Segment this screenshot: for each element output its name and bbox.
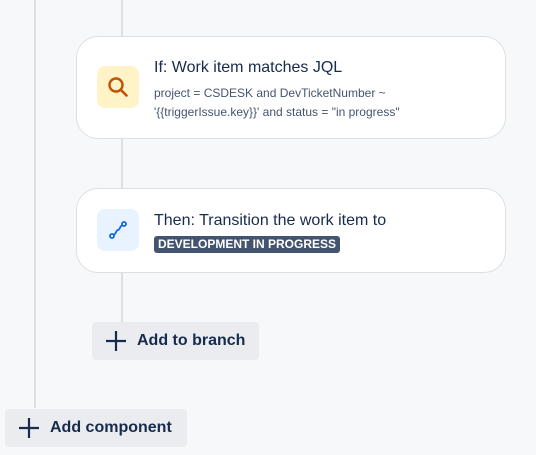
if-card-title: If: Work item matches JQL	[154, 59, 343, 76]
inner-branch-connector	[121, 0, 123, 36]
search-icon	[108, 77, 128, 97]
then-card-title: Then: Transition the work item to	[154, 212, 387, 229]
then-action-card[interactable]: Then: Transition the work item to DEVELO…	[76, 188, 506, 273]
jql-query-text: project = CSDESK and DevTicketNumber ~ '…	[154, 84, 454, 122]
inner-branch-connector	[121, 273, 123, 323]
jql-line-1: project = CSDESK and DevTicketNumber ~	[154, 86, 386, 100]
add-component-label: Add component	[50, 419, 172, 436]
condition-icon-tile	[97, 66, 139, 108]
plus-icon	[106, 331, 126, 351]
status-lozenge: DEVELOPMENT IN PROGRESS	[154, 236, 341, 253]
add-to-branch-label: Add to branch	[137, 332, 246, 349]
jql-line-2: '{{triggerIssue.key}}' and status = "in …	[154, 105, 400, 119]
add-to-branch-button[interactable]: Add to branch	[92, 322, 259, 360]
plus-icon	[19, 418, 39, 438]
if-condition-card[interactable]: If: Work item matches JQL project = CSDE…	[76, 36, 506, 139]
action-icon-tile	[97, 209, 139, 251]
transition-icon	[109, 221, 127, 239]
outer-branch-connector	[34, 0, 36, 408]
inner-branch-connector	[121, 138, 123, 189]
add-component-button[interactable]: Add component	[5, 409, 187, 447]
